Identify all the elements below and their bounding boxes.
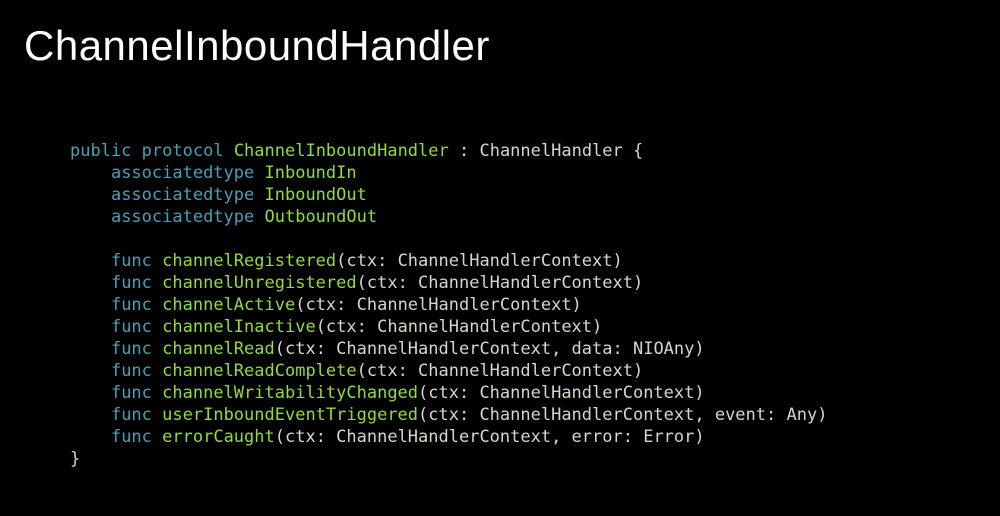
func-name: channelWritabilityChanged: [162, 383, 418, 403]
keyword-protocol: protocol: [142, 141, 224, 161]
brace-open: {: [623, 141, 643, 161]
code-block: public protocol ChannelInboundHandler : …: [70, 140, 827, 470]
super-type: ChannelHandler: [479, 141, 622, 161]
func-signature: (ctx: ChannelHandlerContext): [357, 361, 644, 381]
func-name: channelRegistered: [162, 251, 336, 271]
keyword-func: func: [111, 383, 152, 403]
func-signature: (ctx: ChannelHandlerContext): [316, 317, 603, 337]
brace-close: }: [70, 449, 80, 469]
assoc-type: InboundOut: [265, 185, 367, 205]
keyword-associatedtype: associatedtype: [111, 163, 254, 183]
keyword-func: func: [111, 361, 152, 381]
func-signature: (ctx: ChannelHandlerContext, error: Erro…: [275, 427, 705, 447]
keyword-func: func: [111, 295, 152, 315]
keyword-func: func: [111, 273, 152, 293]
keyword-public: public: [70, 141, 131, 161]
keyword-func: func: [111, 339, 152, 359]
keyword-func: func: [111, 427, 152, 447]
keyword-associatedtype: associatedtype: [111, 185, 254, 205]
func-signature: (ctx: ChannelHandlerContext): [357, 273, 644, 293]
func-signature: (ctx: ChannelHandlerContext, data: NIOAn…: [275, 339, 705, 359]
protocol-name: ChannelInboundHandler: [234, 141, 449, 161]
keyword-func: func: [111, 251, 152, 271]
keyword-func: func: [111, 405, 152, 425]
keyword-func: func: [111, 317, 152, 337]
func-name: channelUnregistered: [162, 273, 356, 293]
assoc-type: InboundIn: [265, 163, 357, 183]
func-signature: (ctx: ChannelHandlerContext): [418, 383, 705, 403]
slide-title: ChannelInboundHandler: [24, 22, 490, 70]
func-signature: (ctx: ChannelHandlerContext): [295, 295, 582, 315]
func-name: channelReadComplete: [162, 361, 356, 381]
func-signature: (ctx: ChannelHandlerContext, event: Any): [418, 405, 827, 425]
func-name: channelRead: [162, 339, 275, 359]
func-name: errorCaught: [162, 427, 275, 447]
colon: :: [449, 141, 480, 161]
func-name: channelActive: [162, 295, 295, 315]
func-name: userInboundEventTriggered: [162, 405, 418, 425]
assoc-type: OutboundOut: [265, 207, 378, 227]
func-name: channelInactive: [162, 317, 316, 337]
func-signature: (ctx: ChannelHandlerContext): [336, 251, 623, 271]
keyword-associatedtype: associatedtype: [111, 207, 254, 227]
